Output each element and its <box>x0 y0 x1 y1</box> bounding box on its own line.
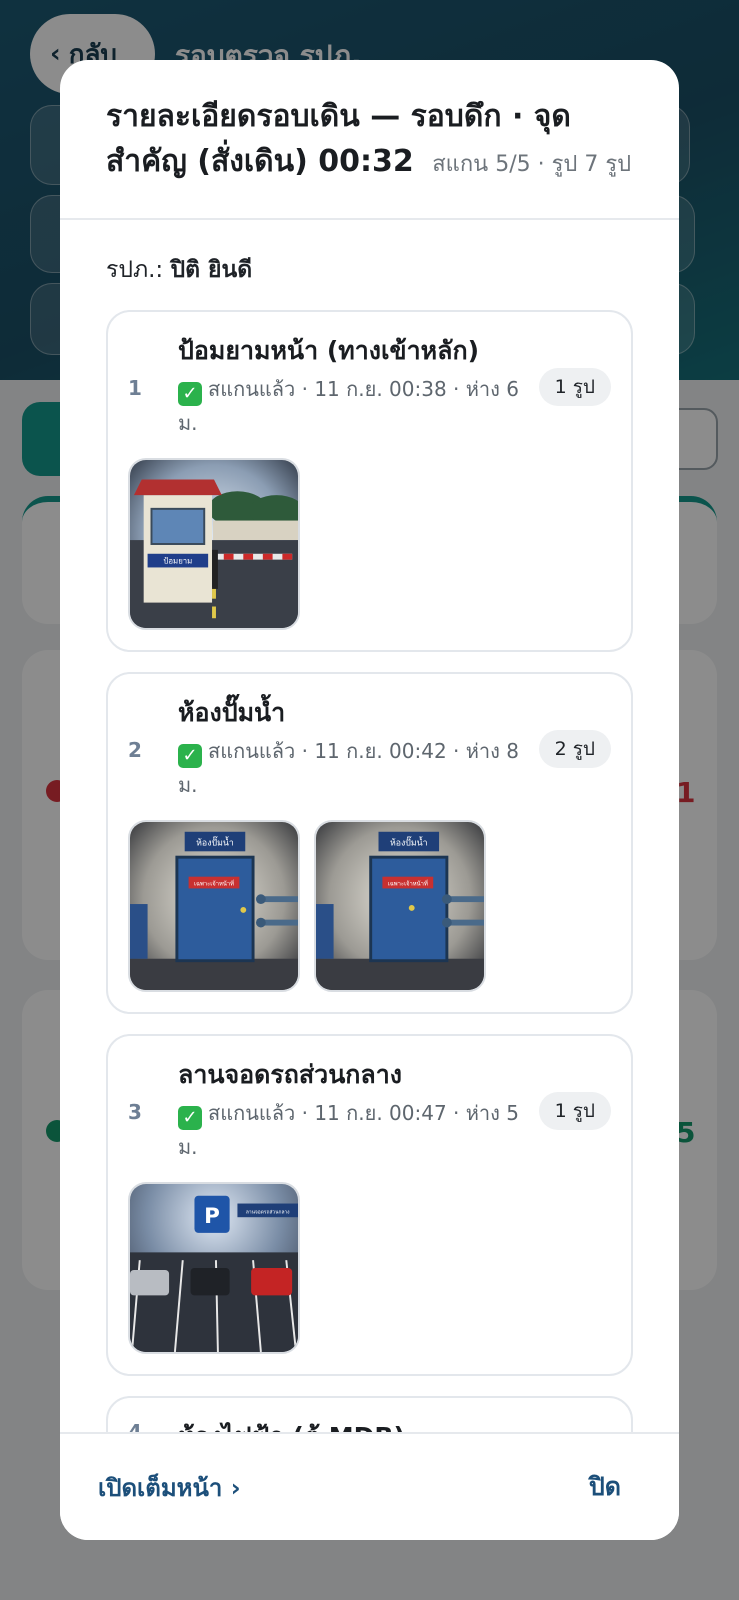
checkpoint-status-text: สแกนแล้ว · 11 ก.ย. 00:38 · ห่าง 6 ม. <box>178 377 520 435</box>
checkpoint-status-text: สแกนแล้ว · 11 ก.ย. 00:47 · ห่าง 5 ม. <box>178 1101 520 1159</box>
checkmark-icon: ✓ <box>178 1106 202 1130</box>
booth-sign-text: ป้อมยาม <box>163 557 192 566</box>
guard-booth-photo: ป้อมยาม <box>130 460 298 628</box>
modal-meta: สแกน 5/5 · รูป 7 รูป <box>432 152 632 177</box>
inspector-row: รปภ.: ปิติ ยินดี <box>106 252 633 288</box>
checkpoint-name: ลานจอดรถส่วนกลาง <box>178 1060 402 1089</box>
checkmark-icon: ✓ <box>178 744 202 768</box>
open-full-page-link[interactable]: เปิดเต็มหน้า › <box>98 1468 241 1507</box>
close-button[interactable]: ปิด <box>589 1467 621 1507</box>
checkpoint-number: 3 <box>128 1100 142 1124</box>
checkpoint-status: ✓ สแกนแล้ว · 11 ก.ย. 00:47 · ห่าง 5 ม. <box>178 1096 539 1164</box>
parking-lot-photo: P ลานจอดรถส่วนกลาง <box>130 1184 298 1352</box>
modal-header: รายละเอียดรอบเดิน — รอบดึก · จุดสำคัญ (ส… <box>60 60 679 220</box>
photo-strip: P ลานจอดรถส่วนกลาง <box>128 1182 611 1354</box>
photo-strip: ห้องปั๊มน้ำ เฉพาะเจ้าหน้าที่ ห้องปั๊มน้ำ… <box>128 820 611 992</box>
pump-room-door-photo: ห้องปั๊มน้ำ เฉพาะเจ้าหน้าที่ <box>316 822 484 990</box>
checkpoint-card: 1 ป้อมยามหน้า (ทางเข้าหลัก) ✓ สแกนแล้ว · … <box>106 310 633 652</box>
photo-count-badge: 1 รูป <box>538 368 611 406</box>
checkmark-icon: ✓ <box>178 382 202 406</box>
checkpoint-status-text: สแกนแล้ว · 11 ก.ย. 00:42 · ห่าง 8 ม. <box>178 739 520 797</box>
door-sign-text: เฉพาะเจ้าหน้าที่ <box>194 879 234 887</box>
photo-thumbnail[interactable]: ห้องปั๊มน้ำ เฉพาะเจ้าหน้าที่ <box>314 820 486 992</box>
checkpoint-status: ✓ สแกนแล้ว · 11 ก.ย. 00:42 · ห่าง 8 ม. <box>178 734 539 802</box>
checkpoint-name: ห้องปั๊มน้ำ <box>178 698 286 727</box>
inspector-name: ปิติ ยินดี <box>170 257 253 283</box>
checkpoint-number: 2 <box>128 738 142 762</box>
pump-room-door-photo: ห้องปั๊มน้ำ เฉพาะเจ้าหน้าที่ <box>130 822 298 990</box>
checkpoint-card: 2 ห้องปั๊มน้ำ ✓ สแกนแล้ว · 11 ก.ย. 00:42 … <box>106 672 633 1014</box>
checkpoint-name: ป้อมยามหน้า (ทางเข้าหลัก) <box>178 336 480 365</box>
modal-title: รายละเอียดรอบเดิน — รอบดึก · จุดสำคัญ (ส… <box>106 94 635 187</box>
checkpoint-card: 3 ลานจอดรถส่วนกลาง ✓ สแกนแล้ว · 11 ก.ย. 0… <box>106 1034 633 1376</box>
parking-lot-sign-text: ลานจอดรถส่วนกลาง <box>246 1209 290 1215</box>
photo-count-badge: 1 รูป <box>538 1092 611 1130</box>
photo-strip: ป้อมยาม <box>128 458 611 630</box>
modal-scroll-area[interactable]: รปภ.: ปิติ ยินดี 1 ป้อมยามหน้า (ทางเข้าห… <box>60 222 679 1492</box>
parking-sign-letter: P <box>204 1204 220 1229</box>
inspector-label: รปภ.: <box>106 257 164 283</box>
photo-count-badge: 2 รูป <box>538 730 611 768</box>
patrol-detail-modal: รายละเอียดรอบเดิน — รอบดึก · จุดสำคัญ (ส… <box>60 60 679 1540</box>
modal-footer: เปิดเต็มหน้า › ปิด <box>60 1432 679 1540</box>
door-sign-text: เฉพาะเจ้าหน้าที่ <box>388 879 428 887</box>
photo-thumbnail[interactable]: ป้อมยาม <box>128 458 300 630</box>
photo-thumbnail[interactable]: ห้องปั๊มน้ำ เฉพาะเจ้าหน้าที่ <box>128 820 300 992</box>
checkpoint-number: 1 <box>128 376 142 400</box>
photo-thumbnail[interactable]: P ลานจอดรถส่วนกลาง <box>128 1182 300 1354</box>
checkpoint-status: ✓ สแกนแล้ว · 11 ก.ย. 00:38 · ห่าง 6 ม. <box>178 372 539 440</box>
